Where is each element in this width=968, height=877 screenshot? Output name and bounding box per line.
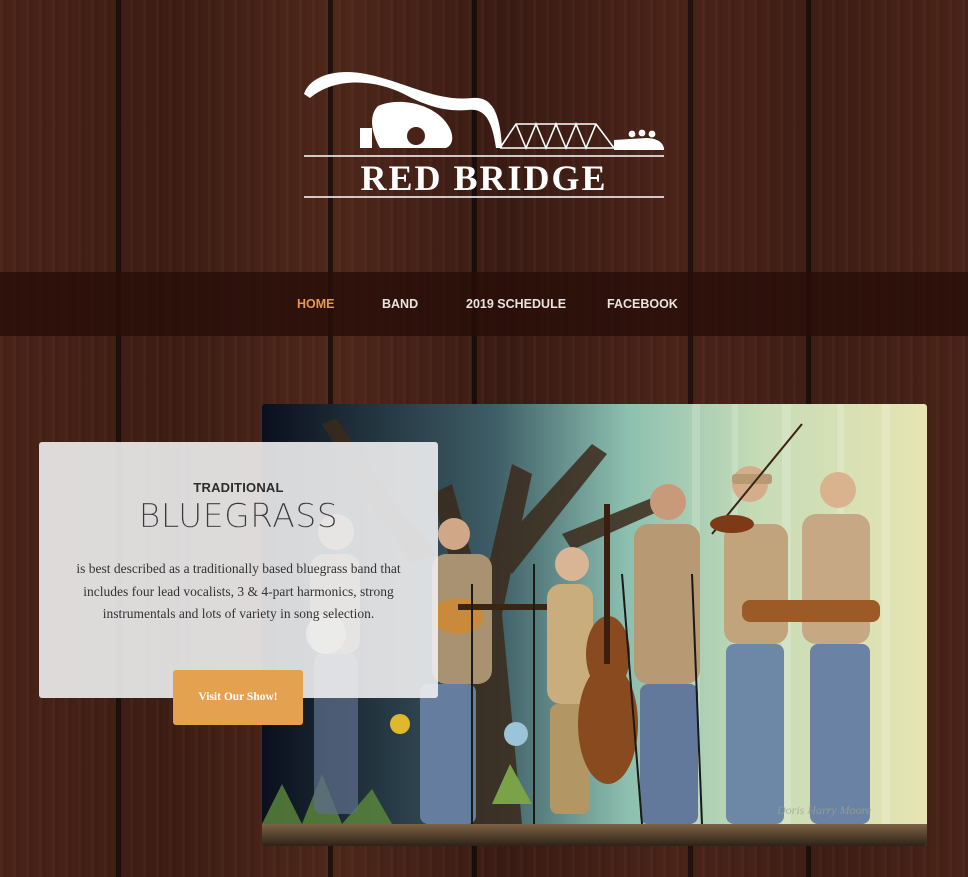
guitar-bridge-logo-icon: RED BRIDGE xyxy=(304,72,664,198)
red-bridge-logo[interactable]: RED BRIDGE xyxy=(296,64,668,204)
photo-credit: Doris Harry Moore xyxy=(776,803,872,817)
nav-item-band[interactable]: BAND xyxy=(382,297,418,311)
visit-our-show-button[interactable]: Visit Our Show! xyxy=(173,670,303,725)
card-kicker: TRADITIONAL xyxy=(193,480,284,495)
card-title: BLUEGRASS xyxy=(138,496,339,535)
nav-item-home[interactable]: HOME xyxy=(297,297,335,311)
nav-list: HOME BAND 2019 SCHEDULE FACEBOOK xyxy=(0,272,968,336)
intro-card: TRADITIONAL BLUEGRASS is best described … xyxy=(39,442,438,698)
main-navigation: HOME BAND 2019 SCHEDULE FACEBOOK xyxy=(0,272,968,336)
card-description: is best described as a traditionally bas… xyxy=(76,561,401,621)
nav-item-facebook[interactable]: FACEBOOK xyxy=(607,297,678,311)
logo-wordmark: RED BRIDGE xyxy=(360,158,607,198)
nav-item-2019-schedule[interactable]: 2019 SCHEDULE xyxy=(466,297,566,311)
